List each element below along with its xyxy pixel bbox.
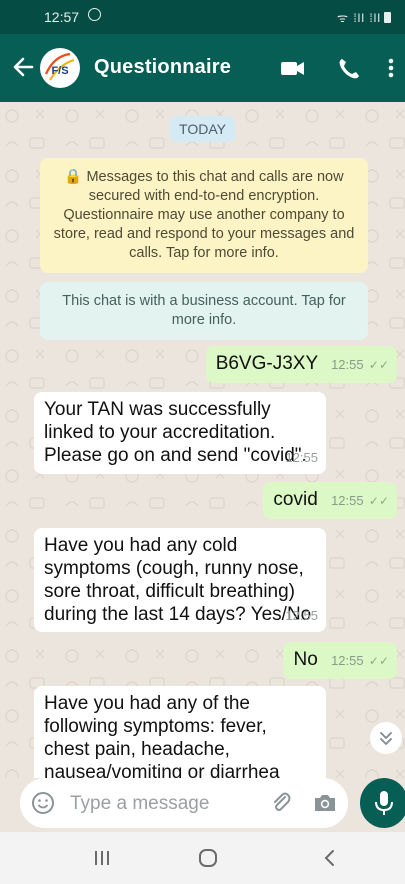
home-icon: [199, 849, 217, 867]
fis-logo-icon: F/S: [41, 49, 79, 87]
scroll-down-button[interactable]: [370, 722, 402, 754]
recents-icon: [95, 851, 109, 865]
message-composer: [20, 778, 348, 828]
recents-button[interactable]: [88, 846, 116, 870]
more-options-button[interactable]: [382, 54, 400, 82]
video-camera-icon: [281, 62, 304, 75]
message-text: covid: [273, 489, 318, 510]
battery-icon: [384, 12, 391, 23]
message-time: 12:55: [331, 493, 364, 508]
avatar-text: F/S: [51, 65, 68, 77]
voice-message-button[interactable]: [360, 778, 405, 828]
read-receipt-icon: ✓✓: [368, 654, 389, 668]
read-receipt-icon: ✓✓: [368, 358, 389, 372]
video-call-button[interactable]: [278, 54, 308, 82]
home-button[interactable]: [194, 844, 222, 872]
camera-button[interactable]: [312, 790, 338, 816]
signal-icons: ᯤ ⁞ll ⁞ll: [337, 9, 391, 26]
system-back-button[interactable]: [316, 844, 344, 872]
message-text: Have you had any cold symptoms (cough, r…: [44, 535, 312, 625]
camera-icon: [315, 795, 335, 811]
more-vertical-icon: [388, 58, 394, 78]
status-time: 12:57: [44, 9, 80, 25]
message-input[interactable]: [68, 790, 252, 818]
business-account-notice[interactable]: This chat is with a business account. Ta…: [40, 282, 368, 340]
voice-call-button[interactable]: [334, 54, 364, 82]
chat-header: F/S Questionnaire: [0, 34, 405, 102]
emoji-button[interactable]: [30, 790, 56, 816]
message-incoming[interactable]: Have you had any cold symptoms (cough, r…: [34, 528, 326, 632]
double-chevron-down-icon: [380, 732, 392, 746]
system-navigation-bar: [0, 832, 405, 884]
signal-indicators: ᯤ ⁞ll ⁞ll: [337, 11, 381, 25]
status-bar: 12:57 ᯤ ⁞ll ⁞ll: [0, 0, 405, 34]
chat-title[interactable]: Questionnaire: [94, 56, 231, 79]
message-time: 12:55: [331, 357, 364, 372]
whatsapp-notification-icon: [88, 8, 101, 21]
message-text: Your TAN was successfully linked to your…: [44, 399, 307, 466]
message-text: No: [293, 649, 318, 670]
paperclip-icon: [274, 792, 291, 811]
back-arrow-icon: [13, 57, 34, 77]
microphone-icon: [375, 791, 393, 815]
phone-icon: [339, 59, 359, 79]
message-text: B6VG-J3XY: [215, 353, 318, 374]
encryption-notice[interactable]: 🔒 Messages to this chat and calls are no…: [40, 158, 368, 273]
message-incoming[interactable]: Have you had any of the following sympto…: [34, 686, 326, 778]
read-receipt-icon: ✓✓: [368, 494, 389, 508]
emoji-icon: [32, 792, 54, 814]
back-button[interactable]: [10, 52, 36, 82]
chat-area[interactable]: TODAY 🔒 Messages to this chat and calls …: [0, 102, 405, 778]
message-outgoing[interactable]: covid 12:55 ✓✓: [263, 482, 397, 519]
message-time: 12:55: [285, 450, 318, 465]
message-outgoing[interactable]: B6VG-J3XY 12:55 ✓✓: [205, 346, 397, 383]
contact-avatar[interactable]: F/S: [40, 48, 80, 88]
message-incoming[interactable]: Your TAN was successfully linked to your…: [34, 392, 326, 474]
message-time: 12:55: [331, 653, 364, 668]
attach-button[interactable]: [268, 790, 294, 816]
message-text: Have you had any of the following sympto…: [44, 693, 280, 778]
message-time: 12:55: [285, 608, 318, 623]
date-separator: TODAY: [169, 116, 236, 142]
chevron-left-icon: [324, 850, 334, 866]
message-outgoing[interactable]: No 12:55 ✓✓: [283, 642, 397, 679]
